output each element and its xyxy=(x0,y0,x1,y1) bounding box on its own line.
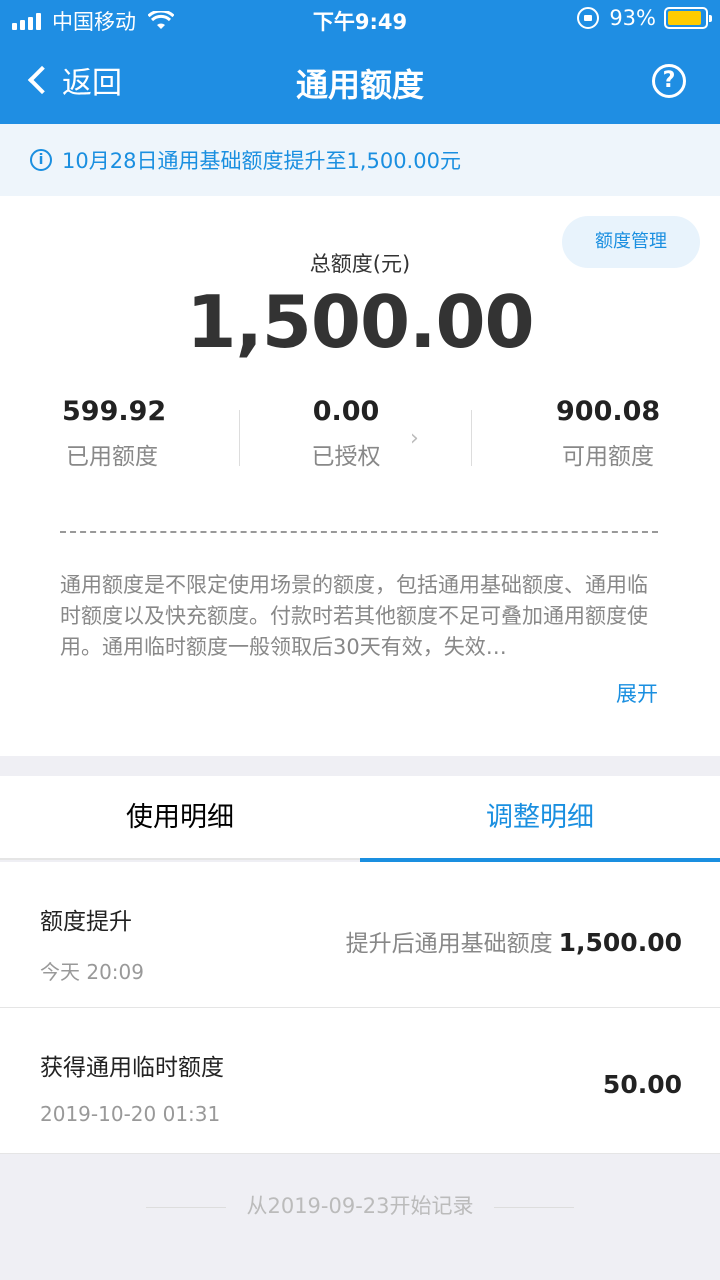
record-note: 提升后通用基础额度 xyxy=(345,931,553,957)
battery-icon xyxy=(664,7,712,29)
footer-line xyxy=(146,1206,227,1208)
footer-text: 从2019-09-23开始记录 xyxy=(246,1194,474,1218)
rotation-lock-icon xyxy=(577,7,600,29)
nav-bar: 返回 通用额度 ? xyxy=(0,40,720,124)
tab-usage-details[interactable]: 使用明细 xyxy=(0,776,360,860)
record-amount-area: 提升后通用基础额度 1,500.00 xyxy=(346,924,682,958)
description-text: 通用额度是不限定使用场景的额度，包括通用基础额度、通用临时额度以及快充额度。付款… xyxy=(60,573,648,659)
status-bar: 中国移动 下午9:49 93% xyxy=(0,0,720,40)
notice-text: 10月28日通用基础额度提升至1,500.00元 xyxy=(62,149,461,173)
stats-row: 599.92 已用额度 0.00 已授权 › 900.08 可用额度 xyxy=(0,396,720,486)
chevron-right-icon: › xyxy=(410,426,419,451)
notice-banner: i 10月28日通用基础额度提升至1,500.00元 xyxy=(0,124,720,196)
tab-adjustment-details[interactable]: 调整明细 xyxy=(360,776,720,862)
record-time: 今天 20:09 xyxy=(40,960,144,984)
battery-percent: 93% xyxy=(609,6,656,30)
records-start-footer: 从2019-09-23开始记录 xyxy=(0,1190,720,1220)
status-right: 93% xyxy=(577,6,712,30)
stat-available: 900.08 可用额度 xyxy=(556,396,660,471)
stat-authorized[interactable]: 0.00 已授权 xyxy=(296,396,396,471)
dashed-divider xyxy=(60,531,658,533)
expand-link[interactable]: 展开 xyxy=(616,678,658,708)
stat-divider xyxy=(239,410,240,466)
record-amount: 1,500.00 xyxy=(558,928,682,957)
list-item[interactable]: 额度提升 今天 20:09 提升后通用基础额度 1,500.00 xyxy=(0,862,720,1008)
record-title: 获得通用临时额度 xyxy=(40,1055,224,1081)
stat-authorized-value: 0.00 xyxy=(312,396,380,427)
total-label: 总额度(元) xyxy=(309,252,411,276)
record-amount: 50.00 xyxy=(602,1070,682,1099)
footer-line xyxy=(493,1206,574,1208)
tab-bar: 使用明细 调整明细 xyxy=(0,776,720,862)
page-title: 通用额度 xyxy=(295,66,424,104)
info-icon: i xyxy=(30,149,52,171)
record-title: 额度提升 xyxy=(40,909,132,935)
stat-used-label: 已用额度 xyxy=(66,444,158,470)
record-amount-area: 50.00 xyxy=(597,1070,682,1099)
help-icon[interactable]: ? xyxy=(652,64,686,98)
stat-divider xyxy=(471,410,472,466)
stat-available-value: 900.08 xyxy=(556,396,661,427)
total-value: 1,500.00 xyxy=(186,280,534,364)
record-time: 2019-10-20 01:31 xyxy=(40,1102,221,1126)
list-item[interactable]: 获得通用临时额度 2019-10-20 01:31 50.00 xyxy=(0,1008,720,1154)
summary-card: 额度管理 总额度(元) 1,500.00 599.92 已用额度 0.00 已授… xyxy=(0,196,720,756)
record-list: 额度提升 今天 20:09 提升后通用基础额度 1,500.00 获得通用临时额度… xyxy=(0,862,720,1154)
stat-available-label: 可用额度 xyxy=(562,444,654,470)
stat-authorized-label: 已授权 xyxy=(311,444,381,470)
stat-used: 599.92 已用额度 xyxy=(62,396,167,471)
stat-used-value: 599.92 xyxy=(62,396,167,427)
